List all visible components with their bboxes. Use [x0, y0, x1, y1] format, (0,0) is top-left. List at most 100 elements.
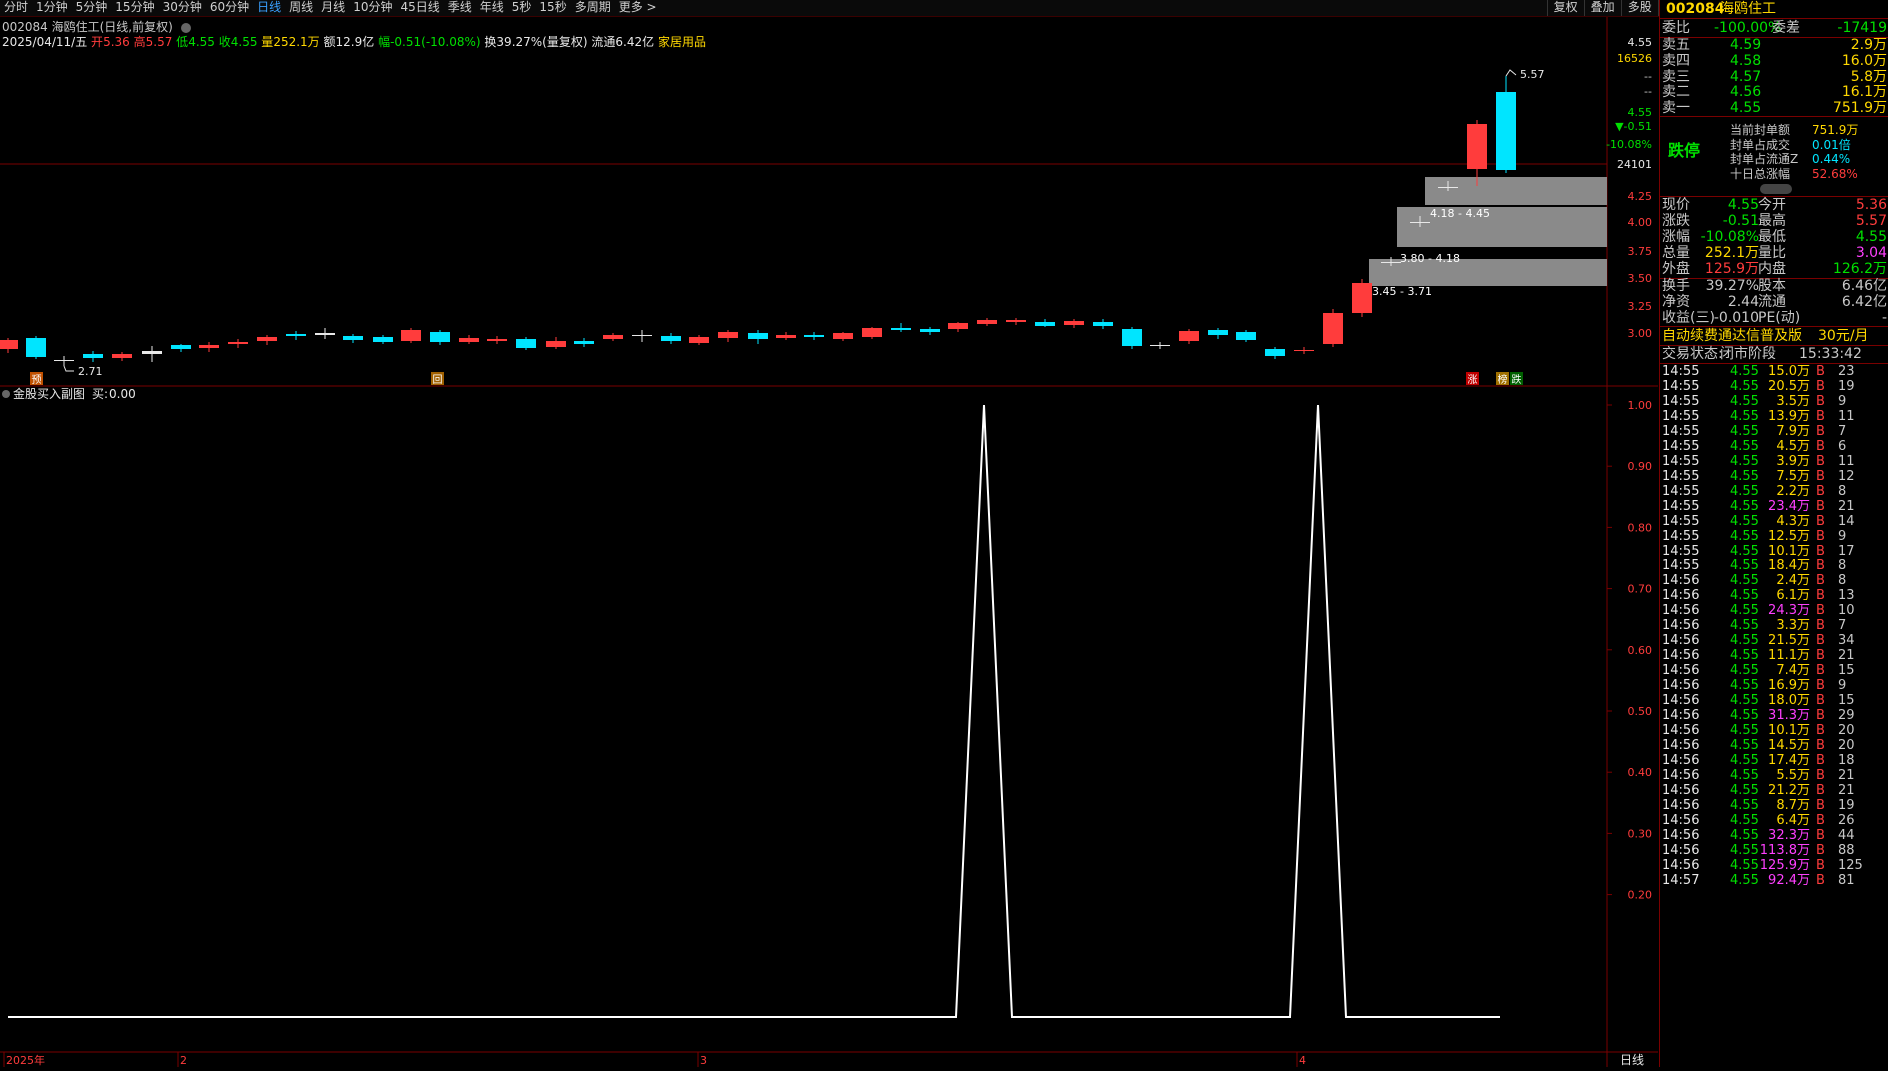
- period-tab-0[interactable]: 分时: [0, 0, 32, 16]
- period-tab-12[interactable]: 年线: [476, 0, 508, 16]
- tick-count: 21: [1838, 782, 1855, 798]
- time-axis-label: 2: [180, 1054, 187, 1067]
- share-label: 股本: [1758, 278, 1786, 294]
- tick-price: 4.55: [1730, 438, 1759, 454]
- tick-count: 14: [1838, 513, 1855, 529]
- price-axis-label: --: [1644, 85, 1652, 98]
- tick-price: 4.55: [1730, 663, 1759, 679]
- tick-side: B: [1816, 782, 1825, 798]
- period-tab-13[interactable]: 5秒: [508, 0, 536, 16]
- period-tab-8[interactable]: 月线: [317, 0, 349, 16]
- promo-row[interactable]: 自动续费通达信普及版 30元/月: [1660, 327, 1888, 345]
- high-value: 5.57: [145, 35, 173, 49]
- period-tab-4[interactable]: 30分钟: [159, 0, 206, 16]
- tick-side: B: [1816, 693, 1825, 709]
- period-tab-5[interactable]: 60分钟: [206, 0, 253, 16]
- period-toolbar: 分时 1分钟 5分钟 15分钟 30分钟 60分钟 日线 周线 月线 10分钟 45日线 季线 年线 5秒…: [0, 0, 1888, 17]
- candle-body: [1323, 313, 1343, 344]
- weibi-label: 委比: [1662, 20, 1690, 36]
- period-tab-10[interactable]: 45日线: [396, 0, 443, 16]
- share-label: 流通: [1758, 294, 1786, 310]
- weibi-row: 委比 -100.00% 委差 -17419: [1660, 19, 1888, 37]
- period-tab-6[interactable]: 日线: [253, 0, 285, 16]
- tick-volume: 32.3万: [1768, 827, 1810, 843]
- tick-time: 14:55: [1662, 423, 1700, 439]
- stat-value: 4.55: [1727, 197, 1759, 213]
- vol-label: 量: [261, 35, 274, 49]
- price-axis-label: 3.00: [1628, 327, 1653, 340]
- tick-volume: 6.1万: [1776, 588, 1810, 604]
- quote-panel: 002084 海鸥住工 委比 -100.00% 委差 -17419 卖五 4.59…: [1659, 0, 1888, 1067]
- tick-time: 14:56: [1662, 767, 1700, 783]
- period-tab-16[interactable]: 更多 >: [615, 0, 661, 16]
- candle-body: [661, 336, 681, 341]
- tick-row: 14:55 4.55 2.2万 B 8: [1660, 484, 1888, 499]
- tick-volume: 8.7万: [1776, 797, 1810, 813]
- stat-label: 总量: [1662, 245, 1690, 261]
- period-tab-1[interactable]: 1分钟: [32, 0, 72, 16]
- stat-value: -10.08%: [1700, 229, 1759, 245]
- stat-label: 涨幅: [1662, 229, 1690, 245]
- ask-row[interactable]: 卖三 4.57 5.8万: [1660, 69, 1888, 85]
- candle-body: [977, 320, 997, 324]
- candle-body: [1035, 322, 1055, 326]
- tick-count: 8: [1838, 483, 1847, 499]
- period-tab-14[interactable]: 15秒: [535, 0, 570, 16]
- stat-value: -0.51: [1722, 213, 1759, 229]
- candle-body: [632, 335, 652, 336]
- tool-button-0[interactable]: 复权: [1546, 0, 1584, 16]
- ask-row[interactable]: 卖五 4.59 2.9万: [1660, 37, 1888, 53]
- period-tab-15[interactable]: 多周期: [571, 0, 615, 16]
- price-axis-label: 24101: [1617, 158, 1652, 171]
- badge-text: 回: [433, 374, 443, 386]
- tick-time: 14:56: [1662, 603, 1700, 619]
- tick-side: B: [1816, 797, 1825, 813]
- promo-text[interactable]: 自动续费通达信普及版: [1662, 327, 1802, 345]
- tick-row: 14:55 4.55 10.1万 B 17: [1660, 544, 1888, 559]
- tick-volume: 125.9万: [1759, 857, 1810, 873]
- tick-time: 14:55: [1662, 528, 1700, 544]
- status-row: 交易状态: 闭市阶段 15:33:42: [1660, 345, 1888, 363]
- tick-time: 14:56: [1662, 723, 1700, 739]
- tick-volume: 6.4万: [1776, 812, 1810, 828]
- tool-button-1[interactable]: 叠加: [1583, 0, 1621, 16]
- price-axis-label: --: [1644, 70, 1652, 83]
- title-dropdown-icon[interactable]: [180, 22, 191, 33]
- tick-price: 4.55: [1730, 693, 1759, 709]
- tick-side: B: [1816, 438, 1825, 454]
- ask-row[interactable]: 卖二 4.56 16.1万: [1660, 84, 1888, 100]
- sector-value[interactable]: 家居用品: [658, 35, 706, 49]
- tool-button-2[interactable]: 多股: [1620, 0, 1658, 16]
- indicator-toggle-icon[interactable]: [2, 390, 10, 398]
- collapse-button[interactable]: [1760, 184, 1792, 194]
- period-tab-2[interactable]: 5分钟: [72, 0, 112, 16]
- tick-count: 7: [1838, 423, 1847, 439]
- ask-row[interactable]: 卖一 4.55 751.9万: [1660, 100, 1888, 116]
- open-value: 5.36: [103, 35, 130, 49]
- candle-body: [430, 332, 450, 342]
- candle-body: [920, 329, 940, 332]
- tick-count: 81: [1838, 872, 1855, 888]
- candle-body: [199, 345, 219, 348]
- candle-body: [26, 338, 46, 357]
- kline-chart-area[interactable]: 4.55 16526 -- -- 4.55 ▼-0.51 -10.08% 24101 4.25 4…: [0, 17, 1658, 1067]
- tick-time: 14:55: [1662, 378, 1700, 394]
- tick-volume: 4.5万: [1776, 438, 1810, 454]
- period-tab-7[interactable]: 周线: [285, 0, 317, 16]
- tick-volume: 21.2万: [1768, 782, 1810, 798]
- period-label[interactable]: 日线: [1620, 1053, 1644, 1067]
- candle-body: [1093, 322, 1113, 326]
- tick-side: B: [1816, 378, 1825, 394]
- tick-count: 6: [1838, 438, 1847, 454]
- period-tab-9[interactable]: 10分钟: [349, 0, 396, 16]
- period-tab-3[interactable]: 15分钟: [111, 0, 158, 16]
- tick-row: 14:56 4.55 3.3万 B 7: [1660, 618, 1888, 633]
- ask-label: 卖五: [1662, 37, 1690, 53]
- ask-volume: 751.9万: [1832, 100, 1887, 117]
- ohlc-info-line: 2025/04/11/五 开5.36 高5.57 低4.55 收4.55 量25…: [2, 33, 706, 50]
- indicator-value: 0.00: [109, 387, 136, 401]
- ask-row[interactable]: 卖四 4.58 16.0万: [1660, 53, 1888, 69]
- tick-time: 14:56: [1662, 678, 1700, 694]
- period-tab-11[interactable]: 季线: [444, 0, 476, 16]
- tick-count: 12: [1838, 468, 1855, 484]
